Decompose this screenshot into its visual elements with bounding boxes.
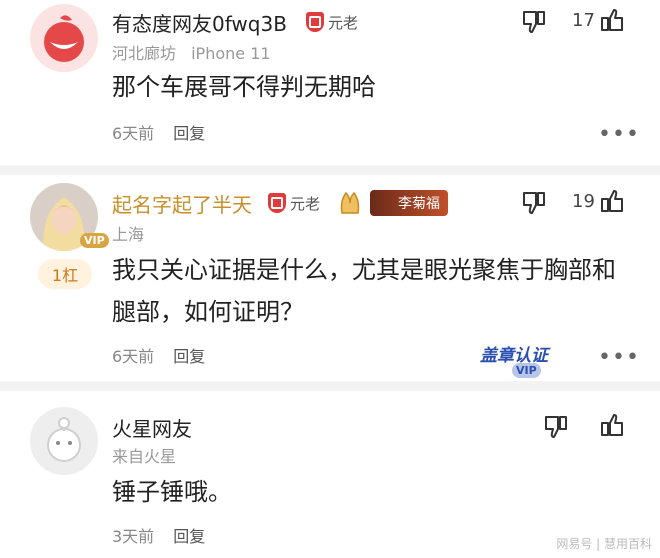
comment-meta: 3天前 回复: [112, 523, 205, 547]
comment-item: VIP 1杠 起名字起了半天 元老 李菊福 上海 19 我只关心证据是什么，尤其…: [0, 175, 660, 381]
like-count: 17: [572, 10, 595, 31]
thumb-up-icon[interactable]: [598, 411, 626, 439]
watermark: 网易号 | 慧用百科: [556, 537, 652, 551]
shield-icon: [306, 12, 324, 32]
thumb-down-icon[interactable]: [520, 189, 548, 217]
more-options-icon[interactable]: •••: [598, 122, 640, 147]
avatar[interactable]: [30, 4, 98, 72]
thumb-up-icon[interactable]: [598, 6, 626, 34]
comment-text: 那个车展哥不得判无期哈: [112, 73, 376, 101]
comment-item: 火星网友 来自火星 锤子锤哦。 3天前 回复: [0, 391, 660, 558]
hands-icon: [340, 191, 360, 214]
floor-tag: 1杠: [38, 259, 92, 289]
comment-time: 6天前: [112, 124, 155, 143]
reply-button[interactable]: 回复: [173, 527, 205, 546]
name-card: 李菊福: [370, 190, 448, 216]
device-text: iPhone 11: [191, 44, 271, 63]
comment-text: 锤子锤哦。: [112, 478, 232, 506]
reply-button[interactable]: 回复: [173, 347, 205, 366]
rank-badge: 元老: [268, 191, 320, 215]
comment-text: 我只关心证据是什么，尤其是眼光聚焦于胸部和腿部，如何证明？: [112, 256, 616, 326]
reply-button[interactable]: 回复: [173, 124, 205, 143]
username[interactable]: 有态度网友0fwq3B: [112, 8, 287, 37]
more-options-icon[interactable]: •••: [598, 345, 640, 370]
thumb-up-icon[interactable]: [598, 187, 626, 215]
username[interactable]: 火星网友: [112, 413, 192, 442]
rank-badge-label: 元老: [290, 194, 321, 213]
verified-stamp: 盖章认证: [480, 341, 548, 366]
thumb-down-icon[interactable]: [520, 8, 548, 36]
separator: [0, 381, 660, 391]
separator: [0, 165, 660, 175]
stamp-vip-badge: VIP: [512, 363, 541, 378]
avatar[interactable]: [30, 407, 98, 475]
rank-badge-label: 元老: [328, 13, 359, 32]
user-location: 来自火星: [112, 447, 177, 466]
comment-meta: 6天前 回复: [112, 120, 205, 144]
comment-time: 3天前: [112, 527, 155, 546]
name-card-label: 李菊福: [398, 196, 440, 212]
user-location: 上海: [112, 225, 145, 244]
comment-item: 有态度网友0fwq3B 元老 河北廊坊 iPhone 11 17 那个车展哥不得…: [0, 0, 660, 165]
shield-icon: [268, 193, 286, 213]
location-text: 河北廊坊: [112, 44, 177, 63]
stamp-label: 盖章认证: [480, 346, 548, 366]
user-location: 河北廊坊 iPhone 11: [112, 40, 271, 64]
comment-meta: 6天前 回复: [112, 343, 205, 367]
comment-time: 6天前: [112, 347, 155, 366]
thumb-down-icon[interactable]: [542, 413, 570, 441]
rank-badge: 元老: [306, 10, 358, 34]
username[interactable]: 起名字起了半天: [112, 189, 252, 218]
vip-badge: VIP: [80, 233, 109, 248]
like-count: 19: [572, 191, 595, 212]
